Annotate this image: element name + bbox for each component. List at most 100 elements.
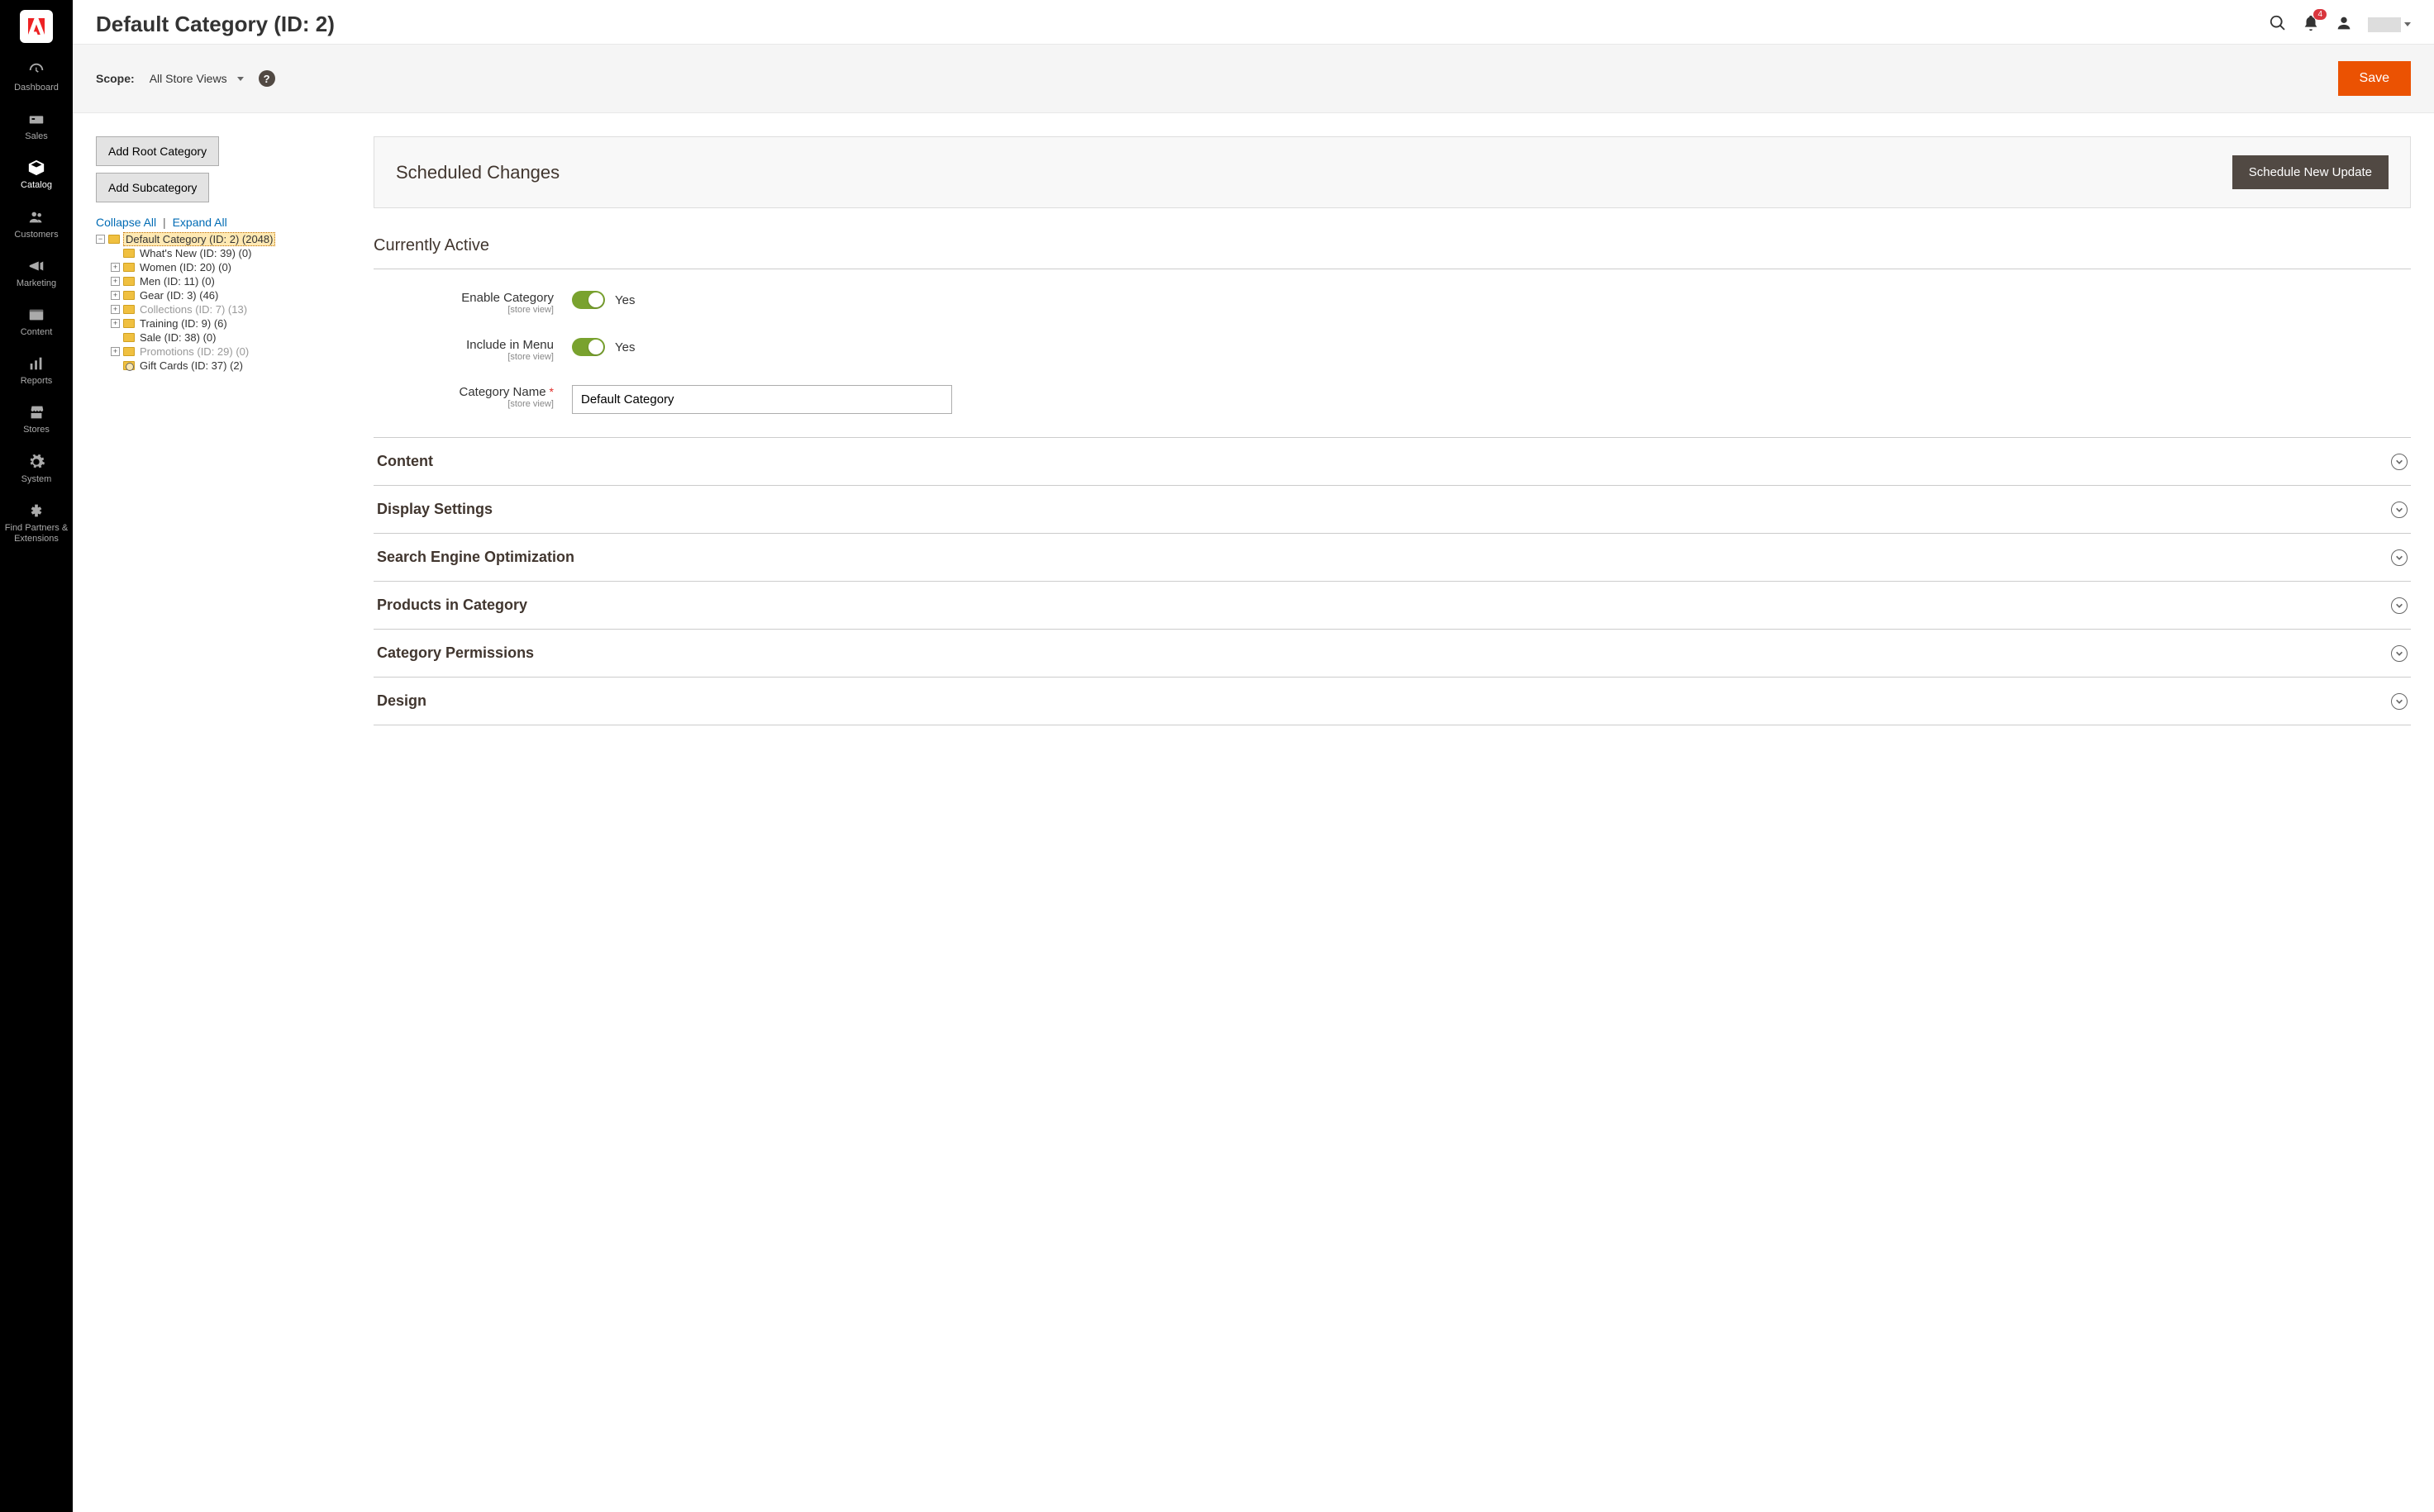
scope-bar: Scope: All Store Views ? Save	[73, 44, 2434, 113]
enable-category-label: Enable Category	[461, 291, 554, 305]
folder-icon	[123, 347, 135, 356]
nav-label: Catalog	[21, 180, 52, 191]
scope-label: Scope:	[96, 72, 135, 85]
folder-search-icon	[123, 361, 135, 370]
tree-node[interactable]: Women (ID: 20) (0)	[138, 261, 233, 273]
save-button[interactable]: Save	[2338, 61, 2411, 96]
nav-stores[interactable]: Stores	[0, 395, 73, 444]
nav-label: System	[21, 474, 52, 485]
folder-icon	[123, 249, 135, 258]
chevron-down-icon	[2404, 22, 2411, 26]
currently-active-title: Currently Active	[374, 236, 2411, 255]
tree-expand-icon[interactable]: +	[111, 291, 120, 300]
user-name-placeholder	[2368, 17, 2401, 32]
accordion-title: Search Engine Optimization	[377, 549, 574, 566]
admin-sidebar: Dashboard Sales Catalog Customers Market…	[0, 0, 73, 1512]
category-name-input[interactable]	[572, 385, 952, 414]
nav-reports[interactable]: Reports	[0, 346, 73, 395]
adobe-logo[interactable]	[20, 10, 53, 43]
nav-customers[interactable]: Customers	[0, 200, 73, 249]
nav-content[interactable]: Content	[0, 297, 73, 346]
tree-node[interactable]: What's New (ID: 39) (0)	[138, 247, 253, 259]
tree-node[interactable]: Collections (ID: 7) (13)	[138, 303, 249, 316]
tree-expand-icon[interactable]: +	[111, 263, 120, 272]
notifications-badge: 4	[2313, 9, 2327, 20]
include-in-menu-toggle[interactable]	[572, 338, 605, 356]
accordion: Content Display Settings Search Engine Opt…	[374, 437, 2411, 725]
tree-expand-icon[interactable]: +	[111, 277, 120, 286]
nav-system[interactable]: System	[0, 445, 73, 493]
accordion-section[interactable]: Content	[374, 438, 2411, 486]
tree-spacer	[111, 249, 120, 258]
accordion-section[interactable]: Design	[374, 678, 2411, 725]
tree-node[interactable]: Training (ID: 9) (6)	[138, 317, 229, 330]
tree-node[interactable]: Gift Cards (ID: 37) (2)	[138, 359, 245, 372]
chevron-down-icon	[2391, 454, 2408, 470]
nav-dashboard[interactable]: Dashboard	[0, 53, 73, 102]
scheduled-changes-panel: Scheduled Changes Schedule New Update	[374, 136, 2411, 208]
tree-node[interactable]: Gear (ID: 3) (46)	[138, 289, 220, 302]
expand-all-link[interactable]: Expand All	[173, 216, 227, 229]
nav-label: Find Partners & Extensions	[3, 523, 69, 544]
folder-icon	[123, 263, 135, 272]
folder-icon	[123, 319, 135, 328]
nav-partners[interactable]: Find Partners & Extensions	[0, 493, 73, 553]
accordion-title: Content	[377, 453, 433, 470]
tree-expand-icon[interactable]: +	[111, 319, 120, 328]
nav-label: Stores	[23, 425, 50, 435]
include-in-menu-value: Yes	[615, 340, 635, 354]
notifications-icon[interactable]: 4	[2302, 14, 2320, 35]
nav-label: Content	[21, 327, 53, 338]
nav-label: Reports	[21, 376, 53, 387]
accordion-section[interactable]: Category Permissions	[374, 630, 2411, 678]
required-mark: *	[550, 385, 554, 398]
folder-icon	[123, 305, 135, 314]
category-name-label: Category Name	[460, 385, 546, 399]
folder-icon	[108, 235, 120, 244]
scheduled-changes-title: Scheduled Changes	[396, 162, 560, 183]
accordion-title: Category Permissions	[377, 644, 534, 662]
enable-category-toggle[interactable]	[572, 291, 605, 309]
chevron-down-icon	[2391, 693, 2408, 710]
tree-expand-icon[interactable]: +	[111, 305, 120, 314]
folder-icon	[123, 333, 135, 342]
scope-hint: [store view]	[374, 399, 554, 409]
user-icon[interactable]	[2335, 14, 2353, 35]
help-icon[interactable]: ?	[259, 70, 275, 87]
tree-node[interactable]: Men (ID: 11) (0)	[138, 275, 217, 288]
nav-catalog[interactable]: Catalog	[0, 150, 73, 199]
accordion-section[interactable]: Display Settings	[374, 486, 2411, 534]
category-tree: − Default Category (ID: 2) (2048) What's…	[96, 232, 352, 373]
accordion-title: Products in Category	[377, 597, 527, 614]
collapse-all-link[interactable]: Collapse All	[96, 216, 156, 229]
scope-hint: [store view]	[374, 305, 554, 315]
page-header: Default Category (ID: 2) 4	[73, 0, 2434, 44]
tree-node[interactable]: Sale (ID: 38) (0)	[138, 331, 217, 344]
tree-node-root[interactable]: Default Category (ID: 2) (2048)	[123, 232, 275, 246]
nav-marketing[interactable]: Marketing	[0, 249, 73, 297]
nav-label: Dashboard	[14, 83, 59, 93]
tree-node[interactable]: Promotions (ID: 29) (0)	[138, 345, 250, 358]
nav-label: Marketing	[17, 278, 56, 289]
schedule-new-update-button[interactable]: Schedule New Update	[2232, 155, 2389, 189]
user-dropdown[interactable]	[2368, 17, 2411, 32]
chevron-down-icon	[2391, 597, 2408, 614]
tree-spacer	[111, 361, 120, 370]
nav-sales[interactable]: Sales	[0, 102, 73, 150]
add-root-category-button[interactable]: Add Root Category	[96, 136, 219, 166]
accordion-section[interactable]: Search Engine Optimization	[374, 534, 2411, 582]
accordion-section[interactable]: Products in Category	[374, 582, 2411, 630]
chevron-down-icon	[237, 77, 244, 81]
folder-icon	[123, 277, 135, 286]
search-icon[interactable]	[2269, 14, 2287, 35]
accordion-title: Design	[377, 692, 426, 710]
enable-category-value: Yes	[615, 293, 635, 307]
page-title: Default Category (ID: 2)	[96, 12, 335, 37]
scope-value: All Store Views	[150, 72, 227, 85]
add-subcategory-button[interactable]: Add Subcategory	[96, 173, 209, 202]
separator: |	[163, 216, 166, 229]
tree-expand-icon[interactable]: +	[111, 347, 120, 356]
tree-collapse-icon[interactable]: −	[96, 235, 105, 244]
folder-icon	[123, 291, 135, 300]
scope-select[interactable]: All Store Views	[150, 72, 244, 85]
